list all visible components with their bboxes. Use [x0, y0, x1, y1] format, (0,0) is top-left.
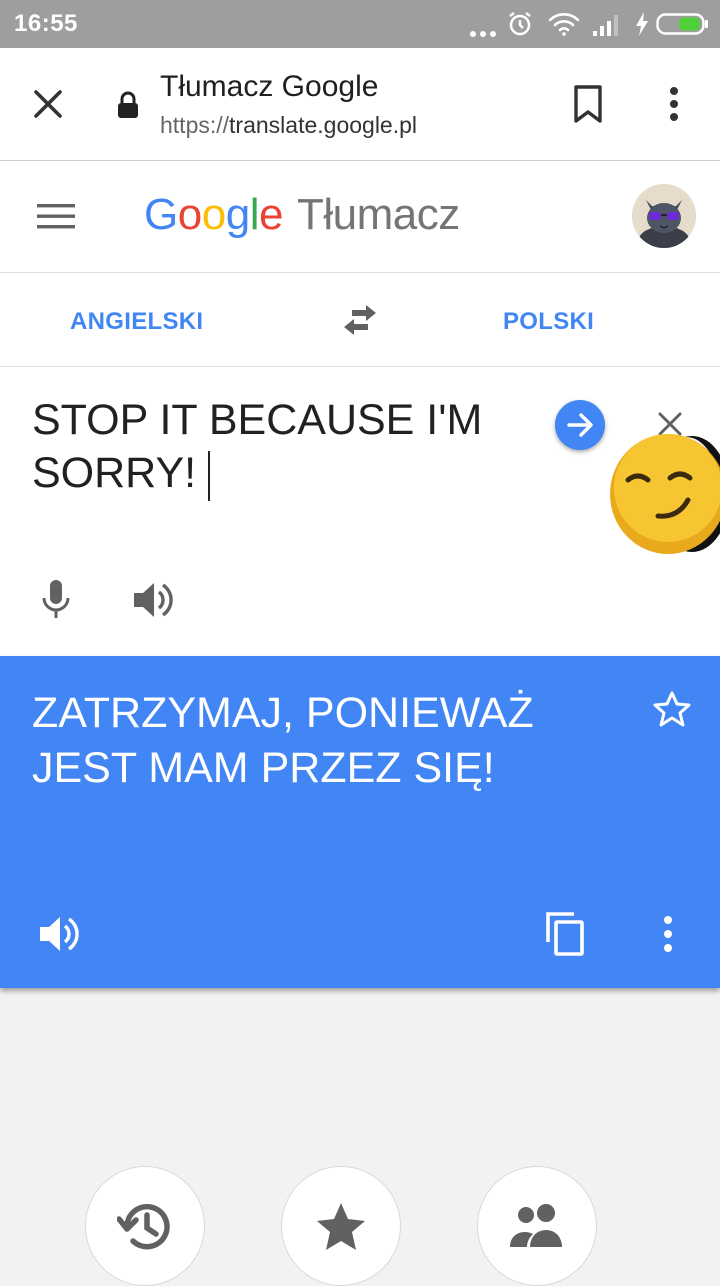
saved-phrases-button[interactable] — [281, 1166, 401, 1286]
google-translate-logo: Google Tłumacz — [144, 190, 460, 239]
status-time: 16:55 — [14, 10, 78, 37]
url-domain: translate.google.pl — [229, 112, 418, 138]
translate-go-button[interactable] — [555, 400, 605, 450]
conversation-button[interactable] — [477, 1166, 597, 1286]
product-name: Tłumacz — [296, 190, 460, 239]
star-outline-icon[interactable] — [652, 690, 692, 730]
history-button[interactable] — [85, 1166, 205, 1286]
charging-icon — [632, 9, 652, 39]
battery-icon — [655, 9, 711, 39]
url-bar[interactable]: https://translate.google.pl — [160, 112, 417, 139]
text-caret — [208, 450, 211, 501]
result-more-vert-icon[interactable] — [658, 914, 678, 954]
page-title: Tłumacz Google — [160, 70, 379, 103]
result-speaker-icon[interactable] — [38, 914, 80, 954]
more-dots-icon — [468, 13, 498, 43]
speaker-icon[interactable] — [132, 580, 174, 620]
lock-icon — [116, 90, 140, 120]
url-scheme: https:// — [160, 112, 230, 138]
close-icon[interactable] — [30, 86, 66, 122]
people-icon — [510, 1204, 562, 1247]
microphone-icon[interactable] — [40, 578, 72, 620]
history-icon — [117, 1204, 170, 1250]
bookmark-icon[interactable] — [572, 84, 604, 124]
star-filled-icon — [317, 1203, 365, 1250]
emoji-sticker — [608, 428, 720, 558]
more-vert-icon[interactable] — [664, 86, 684, 122]
alarm-icon — [505, 9, 535, 39]
translation-text: ZATRZYMAJ, PONIEWAŻ JEST MAM PRZEZ SIĘ! — [32, 689, 534, 792]
copy-icon[interactable] — [544, 910, 588, 958]
target-language-button[interactable]: POLSKI — [503, 308, 594, 336]
avatar[interactable] — [632, 184, 696, 248]
swap-languages-icon[interactable] — [340, 302, 380, 338]
wifi-icon — [546, 9, 582, 39]
arrow-right-icon — [567, 413, 593, 437]
hamburger-menu-icon[interactable] — [37, 202, 75, 230]
source-text: STOP IT BECAUSE I'M SORRY! — [32, 396, 483, 497]
source-text-input[interactable]: STOP IT BECAUSE I'M SORRY! — [32, 394, 532, 501]
signal-icon — [590, 9, 624, 39]
source-language-button[interactable]: ANGIELSKI — [70, 308, 203, 336]
browser-toolbar — [0, 48, 720, 161]
